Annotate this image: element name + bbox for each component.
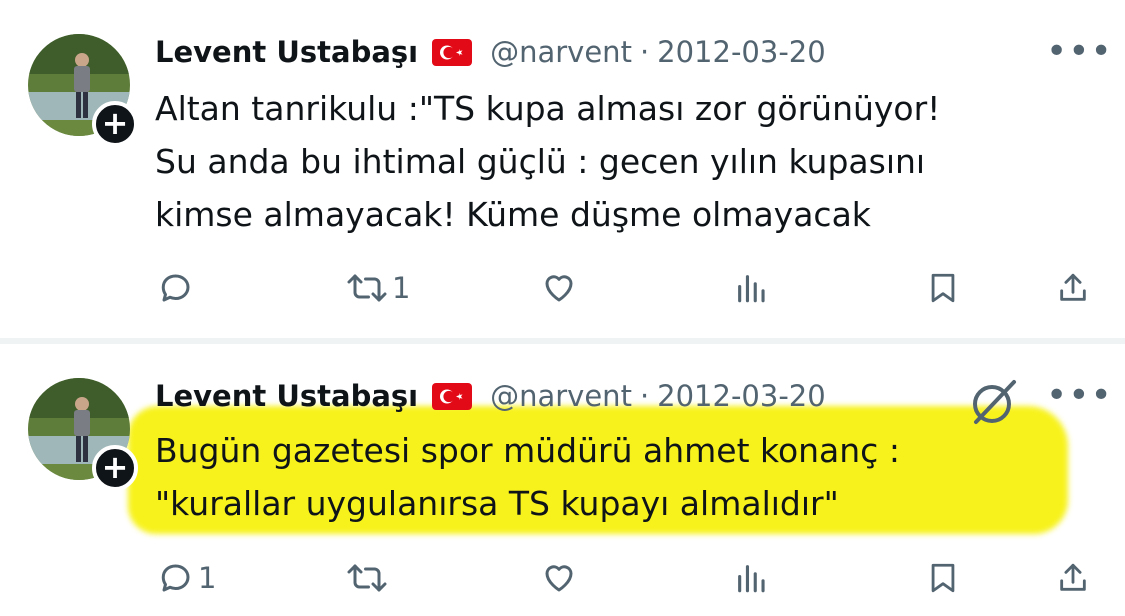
- like-button[interactable]: [540, 264, 578, 312]
- more-options-icon[interactable]: •••: [1046, 378, 1112, 414]
- grok-icon[interactable]: [968, 376, 1020, 428]
- like-icon: [540, 270, 578, 306]
- tweet-text-line: Su anda bu ihtimal güçlü : gecen yılın k…: [155, 142, 926, 181]
- retweet-count: 1: [392, 271, 411, 305]
- tweet-text: Altan tanrikulu :"TS kupa alması zor gör…: [155, 82, 1085, 241]
- tweet-text: Bugün gazetesi spor müdürü ahmet konanç …: [155, 424, 1085, 530]
- reply-button[interactable]: 1: [158, 554, 216, 602]
- follow-plus-icon[interactable]: +: [92, 445, 138, 491]
- bookmark-icon: [926, 270, 960, 306]
- like-icon: [540, 560, 578, 596]
- turkey-flag-icon: [432, 38, 473, 66]
- share-button[interactable]: [1056, 554, 1090, 602]
- tweet-text-line: Bugün gazetesi spor müdürü ahmet konanç …: [155, 431, 900, 470]
- reply-button[interactable]: [158, 264, 198, 312]
- tweet[interactable]: + Levent Ustabaşı @narvent · 2012-03-20 …: [0, 0, 1125, 338]
- separator-dot: ·: [639, 35, 650, 69]
- separator-dot: ·: [639, 379, 650, 413]
- tweet-date[interactable]: 2012-03-20: [657, 35, 826, 69]
- like-button[interactable]: [540, 554, 578, 602]
- retweet-button[interactable]: 1: [346, 264, 410, 312]
- follow-plus-icon[interactable]: +: [92, 101, 138, 147]
- share-icon: [1056, 560, 1090, 596]
- more-options-icon[interactable]: •••: [1046, 34, 1112, 70]
- tweet-actions: 1: [150, 264, 1100, 312]
- bookmark-button[interactable]: [926, 554, 960, 602]
- author-handle[interactable]: @narvent: [490, 379, 632, 413]
- tweet-text-line: kimse almayacak! Küme düşme olmayacak: [155, 195, 871, 234]
- bookmark-button[interactable]: [926, 264, 960, 312]
- tweet-text-line: "kurallar uygulanırsa TS kupayı almalıdı…: [155, 484, 839, 523]
- reply-icon: [158, 270, 194, 306]
- tweet-date[interactable]: 2012-03-20: [657, 379, 826, 413]
- retweet-icon: [346, 270, 388, 306]
- views-icon: [734, 271, 768, 305]
- reply-icon: [158, 560, 194, 596]
- turkey-flag-icon: [432, 382, 473, 410]
- author-name[interactable]: Levent Ustabaşı: [155, 379, 418, 413]
- reply-count: 1: [198, 561, 217, 595]
- views-button[interactable]: [734, 264, 768, 312]
- author-name[interactable]: Levent Ustabaşı: [155, 35, 418, 69]
- views-icon: [734, 561, 768, 595]
- tweet[interactable]: + Levent Ustabaşı @narvent · 2012-03-20 …: [0, 344, 1125, 616]
- tweet-text-line: Altan tanrikulu :"TS kupa alması zor gör…: [155, 89, 941, 128]
- author-handle[interactable]: @narvent: [490, 35, 632, 69]
- retweet-button[interactable]: [346, 554, 392, 602]
- views-button[interactable]: [734, 554, 768, 602]
- tweet-header: Levent Ustabaşı @narvent · 2012-03-20: [155, 376, 826, 416]
- retweet-icon: [346, 560, 388, 596]
- bookmark-icon: [926, 560, 960, 596]
- share-icon: [1056, 270, 1090, 306]
- tweet-actions: 1: [150, 554, 1100, 602]
- tweet-header: Levent Ustabaşı @narvent · 2012-03-20: [155, 32, 826, 72]
- share-button[interactable]: [1056, 264, 1090, 312]
